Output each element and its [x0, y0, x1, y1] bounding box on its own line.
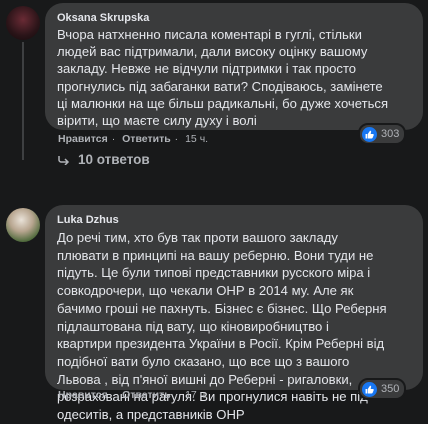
separator: · [111, 389, 116, 401]
replies-label: 10 ответов [78, 152, 150, 167]
comment-author[interactable]: Oksana Skrupska [57, 12, 149, 24]
separator: · [174, 389, 179, 401]
comment-actions: Нравится · Ответить · 17 ч. [58, 389, 212, 401]
reply-button[interactable]: Ответить [122, 389, 171, 401]
view-replies-button[interactable]: 10 ответов [58, 152, 150, 167]
comment-time[interactable]: 15 ч. [185, 133, 208, 145]
separator: · [174, 133, 179, 145]
comment-bubble: Oksana Skrupska Вчора натхненно писала к… [45, 3, 423, 130]
thumbs-up-icon [362, 126, 377, 142]
avatar[interactable] [6, 208, 40, 242]
reactions-count: 350 [381, 383, 400, 395]
like-button[interactable]: Нравится [58, 133, 108, 145]
thread-line [22, 42, 24, 160]
comment-actions: Нравится · Ответить · 15 ч. [58, 133, 212, 145]
like-button[interactable]: Нравится [58, 389, 108, 401]
reactions-count: 303 [381, 128, 400, 140]
reply-arrow-icon [58, 155, 70, 165]
separator: · [111, 133, 116, 145]
reply-button[interactable]: Ответить [122, 133, 171, 145]
reactions-badge[interactable]: 350 [358, 378, 407, 400]
avatar[interactable] [6, 6, 40, 40]
reactions-badge[interactable]: 303 [358, 123, 407, 145]
comment-bubble: Luka Dzhus До речі тим, хто був так прот… [45, 205, 423, 422]
thumbs-up-icon [362, 381, 377, 397]
comment-author[interactable]: Luka Dzhus [57, 214, 119, 226]
comment-time[interactable]: 17 ч. [185, 389, 208, 401]
comment-text: Вчора натхненно писала коментарі в гуглі… [57, 27, 389, 129]
